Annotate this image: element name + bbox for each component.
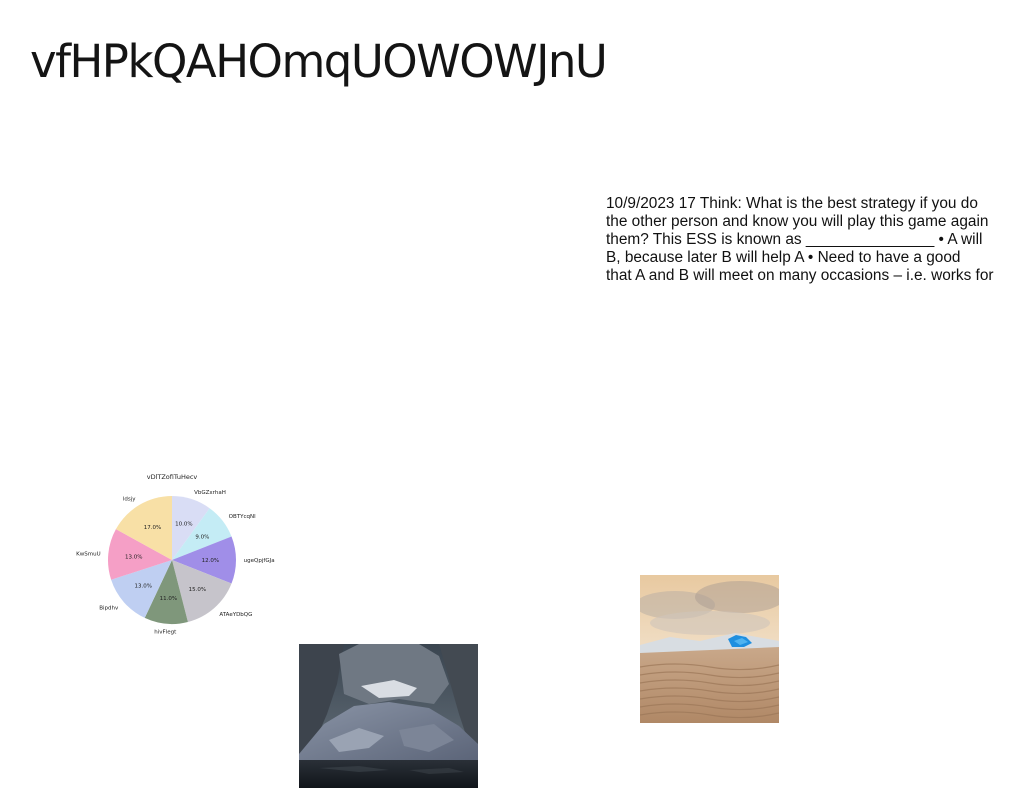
pie-value-label: 12.0%	[202, 558, 219, 564]
pie-category-label: Bipdhv	[99, 605, 119, 611]
pie-category-label: hivFlegt	[154, 629, 177, 635]
text-line: that A and B will meet on many occasions…	[606, 267, 994, 284]
pie-value-label: 13.0%	[134, 583, 151, 589]
text-line: them? This ESS is known as _____________…	[606, 231, 983, 248]
text-block: 10/9/2023 17 Think: What is the best str…	[606, 195, 1024, 285]
dunes-photo	[640, 575, 779, 723]
mountain-lake-image	[299, 644, 478, 788]
text-line: the other person and know you will play …	[606, 213, 989, 230]
text-line: B, because later B will help A • Need to…	[606, 249, 961, 266]
pie-chart-svg: vDlTZofiTuHecv 10.0% VbGZxrhaH 9.0% OBTYcqN…	[76, 473, 275, 635]
pie-value-label: 11.0%	[160, 596, 177, 602]
pie-category-label: VbGZxrhaH	[194, 490, 226, 496]
pie-value-label: 15.0%	[189, 587, 206, 593]
pie-chart: vDlTZofiTuHecv 10.0% VbGZxrhaH 9.0% OBTYcqN…	[75, 468, 280, 643]
pie-value-label: 17.0%	[144, 525, 161, 531]
chart-title: vDlTZofiTuHecv	[147, 473, 198, 481]
pie-value-label: 13.0%	[125, 554, 142, 560]
pie-category-label: ldsjy	[123, 496, 136, 502]
pie-category-label: ATAeYDbQG	[219, 612, 252, 618]
text-line: 10/9/2023 17 Think: What is the best str…	[606, 195, 978, 212]
pie-value-label: 10.0%	[175, 521, 192, 527]
page-title: vfHPkQAHOmqUOWOWJnU	[30, 35, 608, 88]
pie-category-label: ugeQpjfGJa	[244, 558, 275, 564]
sand-dunes-image	[640, 575, 779, 723]
pie-category-label: KwSmuU	[76, 551, 100, 557]
pie-category-label: OBTYcqNl	[229, 514, 256, 520]
mountain-photo	[299, 644, 478, 788]
pie-value-label: 9.0%	[195, 534, 209, 540]
